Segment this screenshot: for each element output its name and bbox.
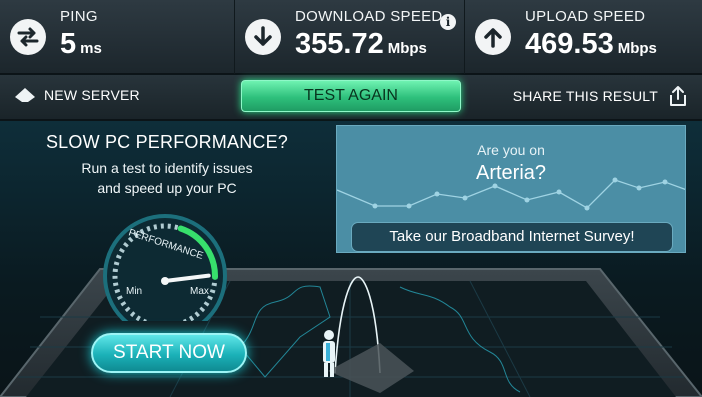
- test-again-button[interactable]: TEST AGAIN: [241, 80, 461, 112]
- download-value: 355.72: [295, 28, 384, 60]
- ping-unit: ms: [80, 40, 102, 57]
- start-now-button[interactable]: START NOW: [91, 333, 247, 373]
- ad-isp-name: Arteria?: [475, 162, 547, 184]
- ping-arrows-icon: [10, 19, 46, 55]
- ping-value: 5: [60, 28, 77, 60]
- share-icon: [670, 86, 686, 106]
- download-arrow-icon: [245, 19, 281, 55]
- promo-subtitle: Run a test to identify issues and speed …: [14, 158, 320, 198]
- share-result-button[interactable]: SHARE THIS RESULT: [513, 85, 688, 107]
- isp-survey-ad: Are you on Arteria? Take our Broadband I…: [336, 125, 686, 253]
- download-label: DOWNLOAD SPEED: [295, 8, 443, 25]
- gauge-min-label: Min: [126, 286, 142, 297]
- ping-stat: PING 5 ms: [0, 0, 235, 74]
- gauge-max-label: Max: [190, 286, 209, 297]
- ping-label: PING: [60, 8, 98, 25]
- share-label: SHARE THIS RESULT: [512, 88, 658, 104]
- upload-label: UPLOAD SPEED: [525, 8, 646, 25]
- promo-subtitle-line2: and speed up your PC: [97, 180, 237, 196]
- upload-unit: Mbps: [617, 40, 657, 57]
- results-bar: PING 5 ms DOWNLOAD SPEED 355.72 Mbps i UPL…: [0, 0, 702, 74]
- promo-subtitle-line1: Run a test to identify issues: [81, 160, 253, 176]
- upload-arrow-icon: [475, 19, 511, 55]
- server-icon: [15, 88, 35, 102]
- action-bar: NEW SERVER TEST AGAIN SHARE THIS RESULT: [0, 75, 702, 120]
- ad-question: Are you on: [477, 142, 545, 158]
- download-unit: Mbps: [387, 40, 427, 57]
- info-icon[interactable]: i: [440, 14, 456, 30]
- results-main: SLOW PC PERFORMANCE? Run a test to ident…: [0, 121, 702, 397]
- upload-stat: UPLOAD SPEED 469.53 Mbps: [465, 0, 702, 74]
- new-server-label: NEW SERVER: [44, 87, 140, 103]
- promo-title: SLOW PC PERFORMANCE?: [45, 132, 289, 152]
- performance-gauge: PERFORMANCE Min Max: [103, 214, 227, 321]
- new-server-button[interactable]: NEW SERVER: [14, 87, 140, 103]
- survey-button[interactable]: Take our Broadband Internet Survey!: [351, 222, 673, 252]
- download-stat: DOWNLOAD SPEED 355.72 Mbps i: [235, 0, 465, 74]
- user-figure-icon: [323, 330, 335, 377]
- upload-value: 469.53: [525, 28, 614, 60]
